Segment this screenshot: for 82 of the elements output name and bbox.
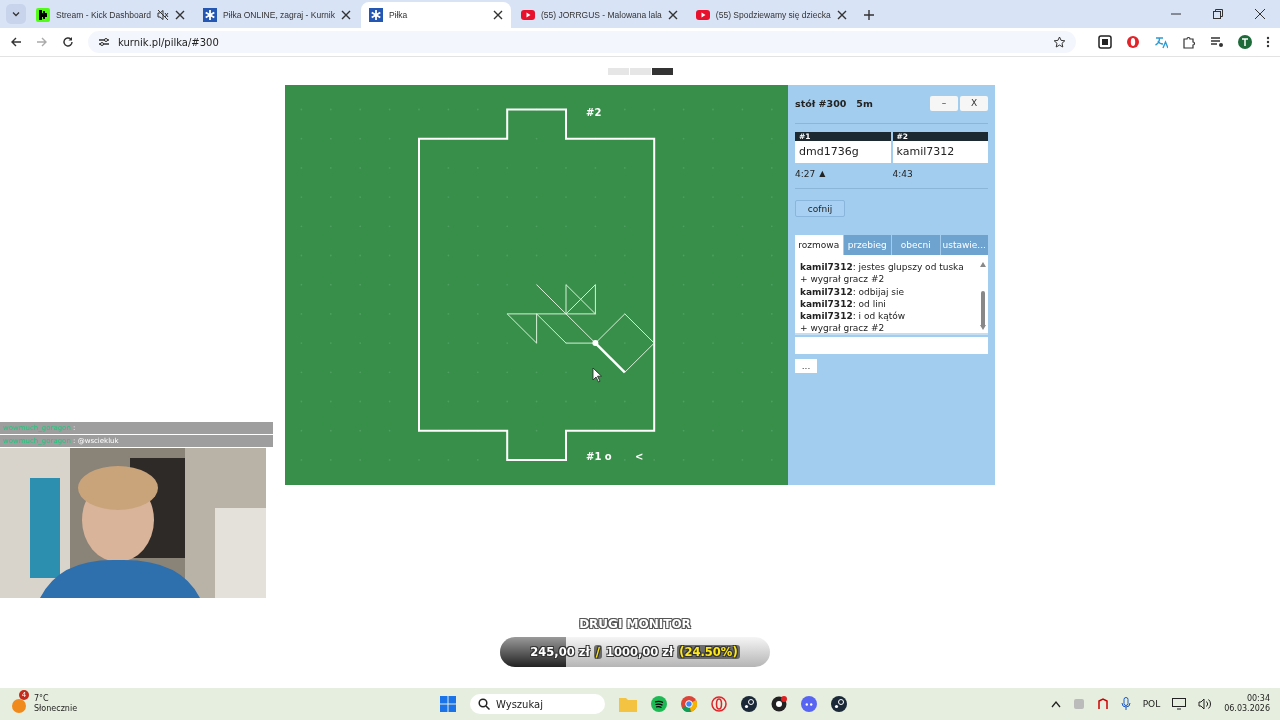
browser-tab[interactable]: Piłka ONLINE, zagraj - Kurnik [194, 2, 359, 28]
start-icon[interactable] [440, 696, 456, 712]
chat-message: kamil7312: jestes glupszy od tuska [800, 261, 965, 274]
temperature: 7°C [34, 694, 50, 704]
system-message: + wygrał gracz #2 [800, 273, 886, 286]
time-control: 5m [856, 97, 873, 109]
close-icon[interactable] [174, 10, 185, 20]
table-title: stół #300 [795, 97, 847, 109]
speaker-icon[interactable] [1198, 698, 1213, 710]
back-icon[interactable] [10, 36, 22, 48]
plus-icon[interactable] [862, 9, 875, 21]
play-logo-icon [695, 10, 710, 20]
player-label: #2 [586, 107, 602, 118]
close-button[interactable]: X [960, 95, 988, 111]
chat-message: kamil7312: odbijaj sie [800, 285, 906, 298]
chat-message: kamil7312: od lini [800, 297, 887, 311]
chat-tab[interactable]: rozmowa [795, 235, 843, 255]
kick-logo-icon [36, 8, 50, 22]
player-clock: 4:43 [892, 169, 913, 179]
app-icon[interactable] [771, 696, 787, 712]
player-label: #1 o [586, 451, 612, 462]
reload-icon[interactable] [62, 36, 74, 48]
chat-input[interactable] [795, 337, 988, 354]
clock-time[interactable]: 00:34 [1246, 694, 1270, 704]
goal-target: 1000,00 zł [605, 645, 674, 659]
star-logo-icon [368, 8, 383, 22]
player-clock: 4:27 [795, 169, 816, 179]
goal-separator: / [593, 645, 602, 659]
game-board[interactable]: #2 #1 o < [285, 85, 788, 485]
more-menu-icon[interactable] [1266, 36, 1270, 48]
translate-icon[interactable] [1154, 35, 1168, 49]
star-icon[interactable] [1053, 35, 1066, 49]
steam-icon[interactable] [741, 696, 757, 712]
site-settings-icon[interactable] [98, 36, 110, 48]
goal-title: DRUGI MONITOR [579, 617, 691, 631]
goal-percent: (24.50%) [677, 645, 740, 659]
undo-button[interactable]: cofnij [795, 200, 845, 217]
system-message: + wygrał gracz #2 [800, 322, 886, 335]
minimize-button[interactable]: – [930, 95, 958, 111]
opera-icon[interactable] [711, 696, 727, 712]
back-link[interactable]: < [635, 451, 644, 462]
browser-tab[interactable]: Piłka [360, 2, 511, 28]
close-icon[interactable] [667, 10, 678, 20]
playlist-icon[interactable] [1210, 35, 1224, 49]
chrome-icon[interactable] [681, 696, 697, 712]
address-field[interactable]: kurnik.pl/pilka/#300 [88, 31, 1076, 53]
language-indicator[interactable]: POL [1142, 699, 1161, 709]
discord-icon[interactable] [801, 696, 817, 712]
microphone-icon[interactable] [1120, 697, 1131, 711]
chevron-up-icon[interactable] [1050, 700, 1061, 708]
play-logo-icon [520, 10, 535, 20]
star-logo-icon [202, 8, 217, 22]
more-button[interactable]: ... [795, 359, 817, 373]
search-field[interactable]: Wyszukaj [470, 694, 605, 714]
close-icon[interactable] [836, 10, 847, 20]
page-indicator-icon[interactable] [651, 68, 673, 75]
turn-marker: ▲ [819, 169, 826, 179]
close-icon[interactable] [1255, 9, 1265, 19]
clock-date[interactable]: 06.03.2026 [1224, 704, 1270, 714]
music-app-icon[interactable] [651, 696, 667, 712]
browser-tab[interactable]: (55) JORRGUS - Malowana lala [512, 2, 686, 28]
chat-message: kamil7312: i od kątów [800, 310, 907, 323]
caret-icon [11, 9, 21, 19]
restore-icon[interactable] [1213, 9, 1223, 19]
extension-icon[interactable] [1098, 35, 1112, 49]
browser-tab[interactable]: (55) Spodziewamy się dziecka [687, 2, 855, 28]
profile-avatar-icon[interactable] [1238, 35, 1252, 49]
muted-speaker-icon[interactable] [156, 9, 169, 21]
player-name: dmd1736g [795, 141, 891, 163]
search-icon [478, 698, 490, 710]
steam-icon[interactable] [831, 696, 847, 712]
close-icon[interactable] [340, 10, 351, 20]
weather-condition: Słonecznie [34, 704, 78, 714]
tab-list-button[interactable] [6, 4, 26, 24]
opera-icon[interactable] [1126, 35, 1140, 49]
close-icon[interactable] [492, 10, 503, 20]
puzzle-icon[interactable] [1182, 35, 1196, 49]
tray-app-icon[interactable] [1096, 698, 1109, 710]
network-icon[interactable] [1172, 698, 1187, 710]
browser-tab[interactable]: Stream - Kick Dashboard [28, 2, 193, 28]
cursor-icon [592, 367, 602, 383]
player-name: kamil7312 [892, 141, 988, 163]
